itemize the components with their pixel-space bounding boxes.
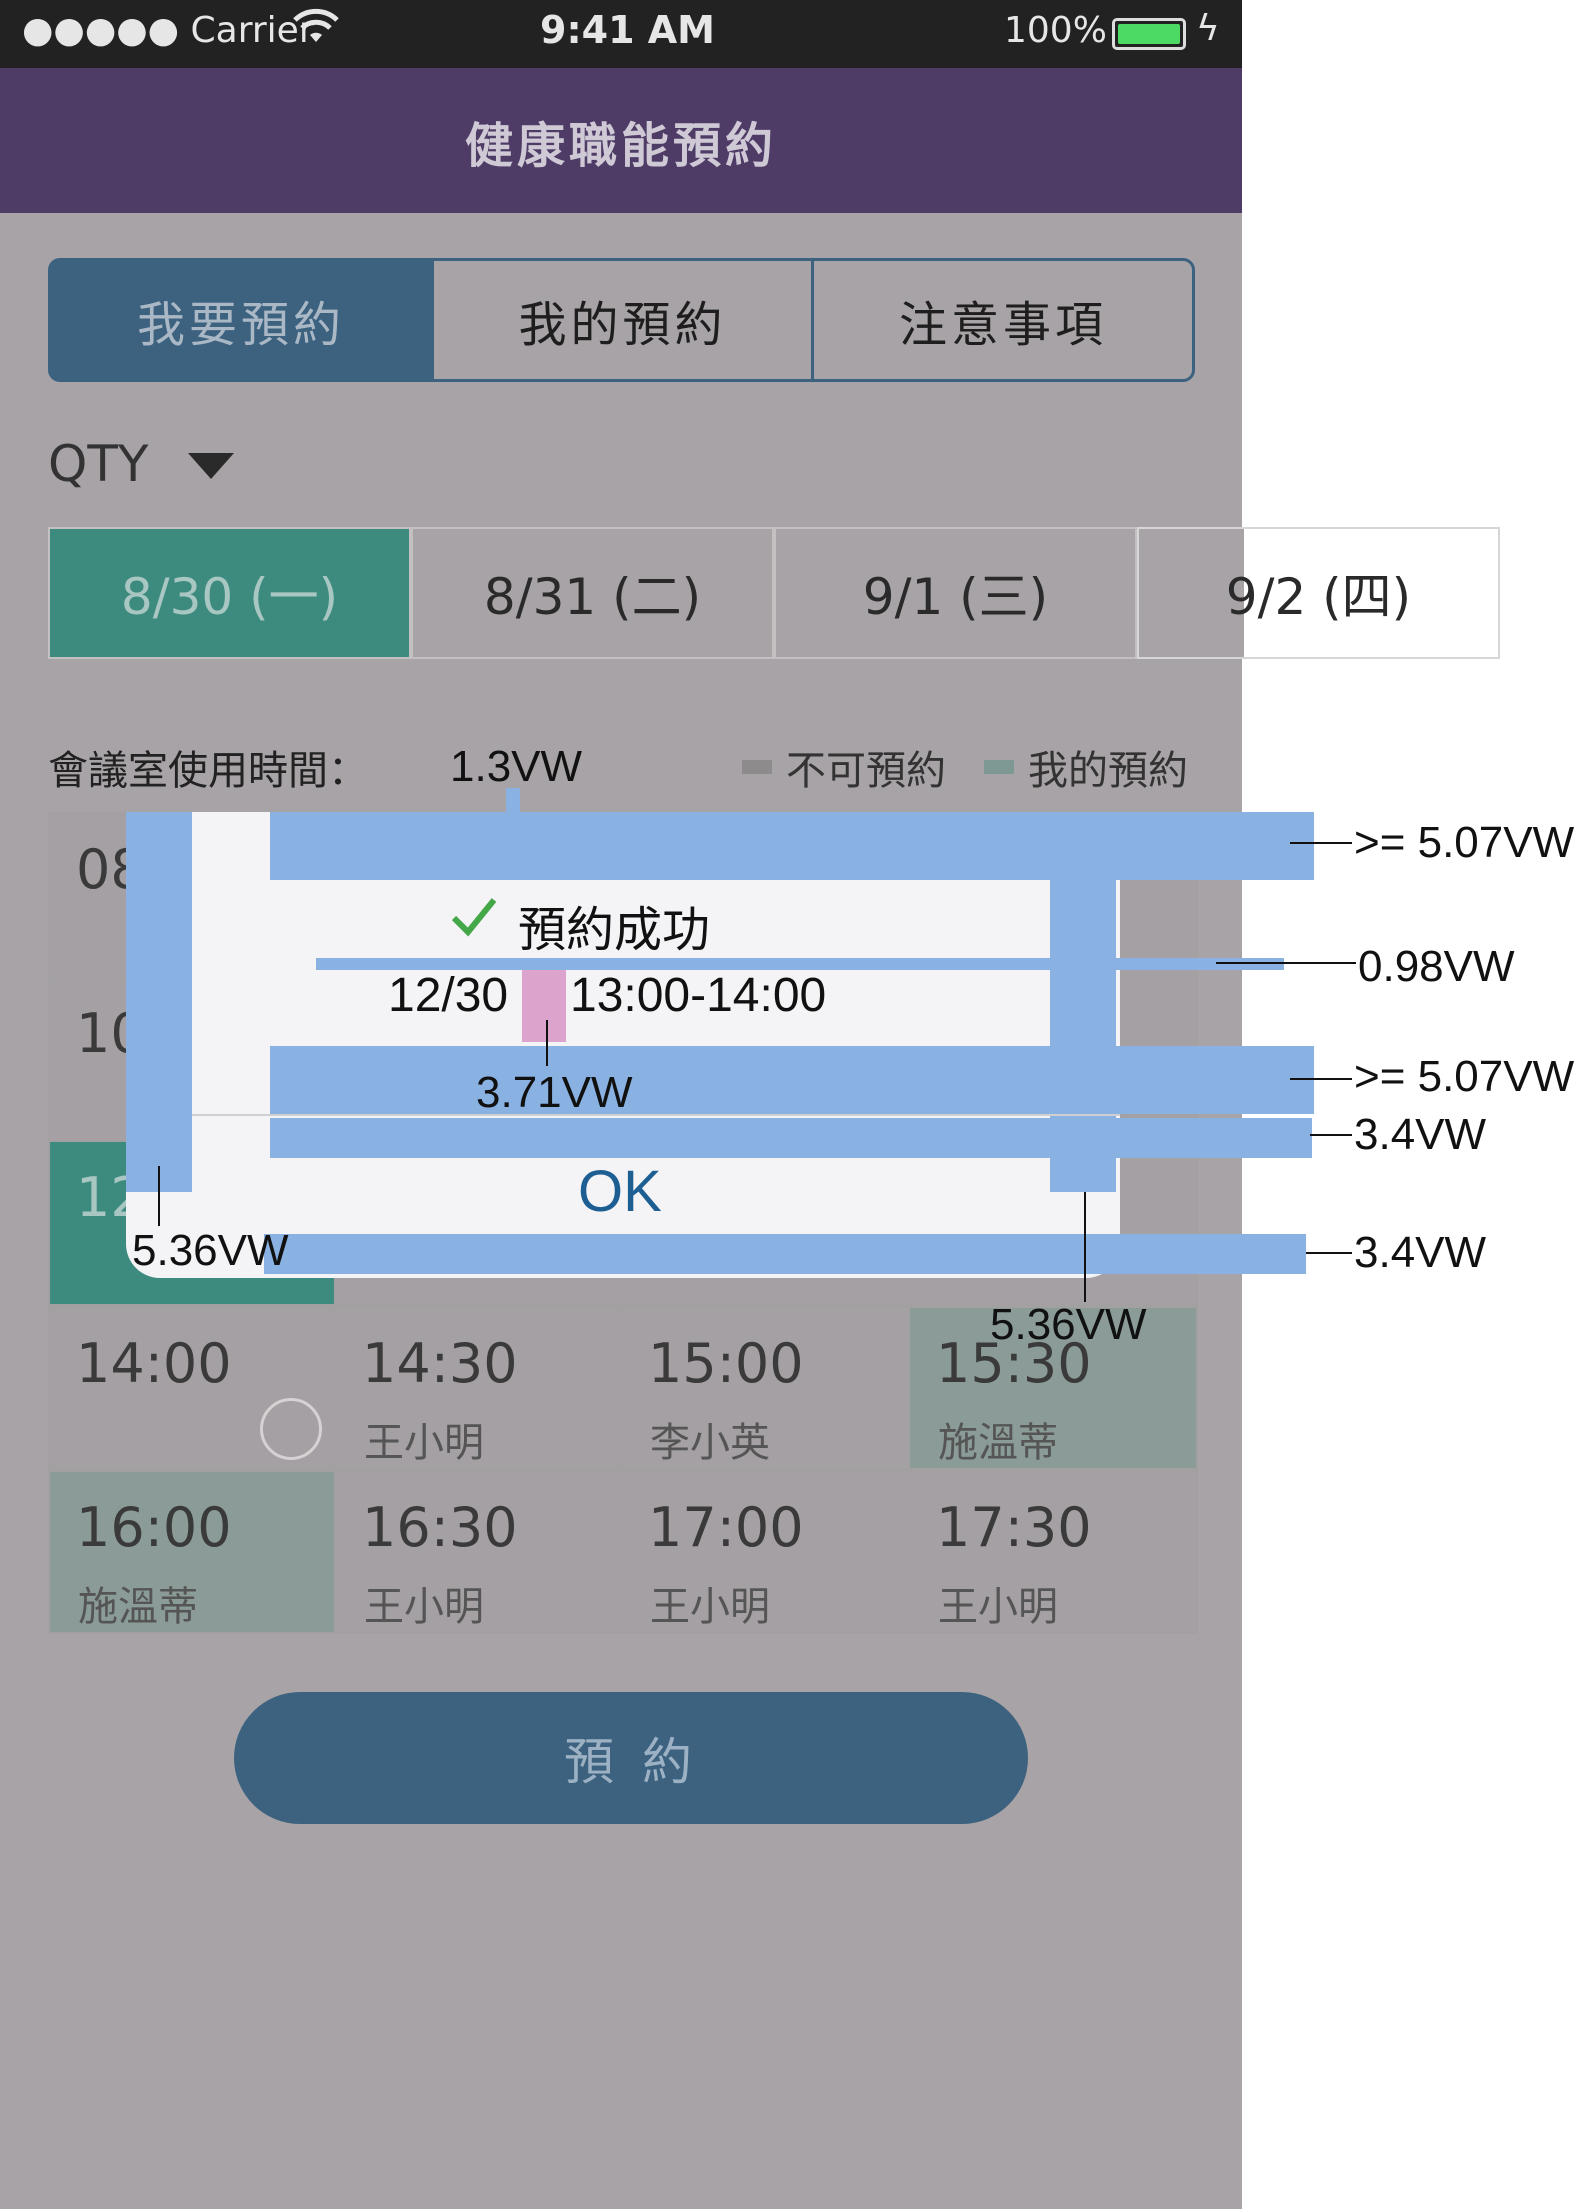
dialog-time-range: 13:00-14:00 xyxy=(570,969,827,1022)
annotation-top-padding-bar xyxy=(506,788,520,816)
annotation-label-right-padding: 5.36VW xyxy=(990,1300,1147,1349)
date-tab-0830[interactable]: 8/30 (一) xyxy=(48,527,411,659)
check-icon xyxy=(450,894,498,942)
annotation-divider-gap xyxy=(270,1118,1312,1158)
charging-icon: ϟ xyxy=(1196,8,1220,49)
reserve-button[interactable]: 預 約 xyxy=(234,1692,1028,1824)
slot-1630[interactable]: 16:30 王小明 xyxy=(334,1470,622,1634)
annotation-label-left-padding: 5.36VW xyxy=(132,1226,289,1275)
schedule-heading: 會議室使用時間： xyxy=(48,748,368,794)
slot-radio[interactable] xyxy=(260,1398,322,1460)
ok-button[interactable]: OK xyxy=(578,1158,662,1225)
dialog-divider xyxy=(192,1114,1120,1116)
annotation-label-date-gap: 3.71VW xyxy=(476,1068,633,1117)
annotation-bottom-gap xyxy=(264,1234,1306,1274)
date-tab-0901[interactable]: 9/1 (三) xyxy=(774,527,1137,659)
battery-label: 100% xyxy=(1004,10,1107,51)
slot-1500[interactable]: 15:00 李小英 xyxy=(620,1306,910,1470)
date-tab-0902[interactable]: 9/2 (四) xyxy=(1137,527,1500,659)
legend-unavailable: 不可預約 xyxy=(786,748,946,794)
room-dropdown[interactable]: QTY xyxy=(48,432,235,496)
tab-notes[interactable]: 注意事項 xyxy=(811,258,1195,382)
tab-make-reservation[interactable]: 我要預約 xyxy=(48,258,434,382)
annotation-right-padding xyxy=(1050,812,1116,1192)
room-value: QTY xyxy=(48,435,149,493)
annotation-gap-bottom xyxy=(270,1046,1314,1114)
annotation-left-padding xyxy=(126,812,192,1192)
legend-swatch-mine xyxy=(984,760,1014,774)
legend-mine: 我的預約 xyxy=(1028,748,1188,794)
slot-1700[interactable]: 17:00 王小明 xyxy=(620,1470,910,1634)
annotation-label-divider-gap: 3.4VW xyxy=(1354,1110,1487,1159)
annotation-label-line-gap: 0.98VW xyxy=(1358,942,1515,991)
annotation-label-top-padding: 1.3VW xyxy=(450,742,583,791)
annotation-label-bottom-gap: 3.4VW xyxy=(1354,1228,1487,1277)
annotation-date-gap-highlight xyxy=(522,970,566,1042)
wifi-icon xyxy=(292,6,340,55)
slot-1400[interactable]: 14:00 xyxy=(48,1306,336,1470)
clock: 9:41 AM xyxy=(540,8,715,52)
tab-my-reservations[interactable]: 我的預約 xyxy=(431,258,814,382)
slot-1600[interactable]: 16:00 施溫蒂 xyxy=(48,1470,336,1634)
battery-icon xyxy=(1112,18,1186,50)
annotation-top-gap xyxy=(270,812,1314,880)
chevron-down-icon xyxy=(188,435,235,493)
date-tab-0831[interactable]: 8/31 (二) xyxy=(411,527,774,659)
slot-1430[interactable]: 14:30 王小明 xyxy=(334,1306,622,1470)
page-title: 健康職能預約 xyxy=(0,68,1242,213)
annotation-label-gap-right-top: >= 5.07VW xyxy=(1354,818,1575,867)
slot-1730[interactable]: 17:30 王小明 xyxy=(908,1470,1198,1634)
legend: 不可預約 我的預約 xyxy=(742,738,1188,796)
annotation-label-gap-right-bottom: >= 5.07VW xyxy=(1354,1052,1575,1101)
legend-swatch-unavailable xyxy=(742,760,772,774)
carrier-label: ●●●●● Carrier xyxy=(22,10,314,51)
status-bar: ●●●●● Carrier 9:41 AM 100% ϟ xyxy=(0,0,1242,68)
dialog-date: 12/30 xyxy=(388,969,509,1022)
dialog-title: 預約成功 xyxy=(518,902,711,958)
